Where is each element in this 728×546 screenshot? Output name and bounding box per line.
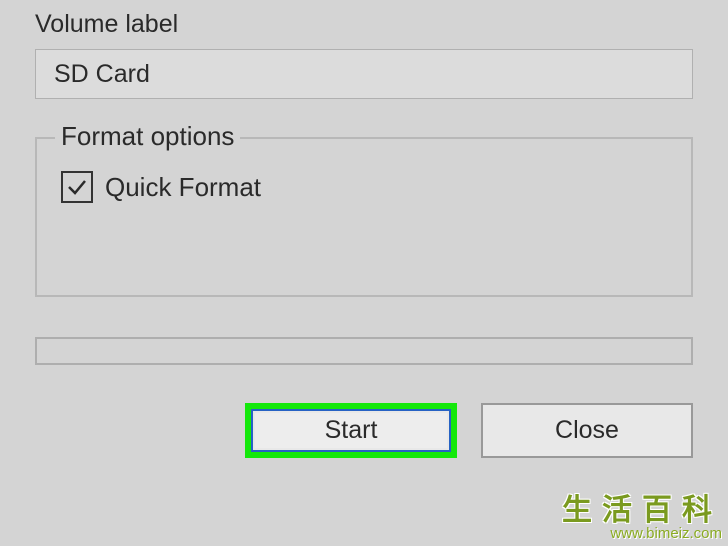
dialog-button-row: Start Close [35,403,693,458]
volume-label-heading: Volume label [35,10,693,39]
format-options-group: Format options Quick Format [35,137,693,297]
quick-format-checkbox[interactable] [61,171,93,203]
watermark-text-cn: 生活百科 [562,495,722,527]
start-button[interactable]: Start [251,409,451,452]
close-button[interactable]: Close [481,403,693,458]
quick-format-row: Quick Format [61,171,667,203]
volume-label-input[interactable] [35,49,693,99]
format-options-legend: Format options [55,121,240,152]
start-button-highlight: Start [245,403,457,458]
format-progress-bar [35,337,693,365]
watermark: 生活百科 www.bimeiz.com [562,495,722,542]
quick-format-label[interactable]: Quick Format [105,172,261,203]
checkmark-icon [65,175,89,199]
watermark-url: www.bimeiz.com [562,526,722,542]
